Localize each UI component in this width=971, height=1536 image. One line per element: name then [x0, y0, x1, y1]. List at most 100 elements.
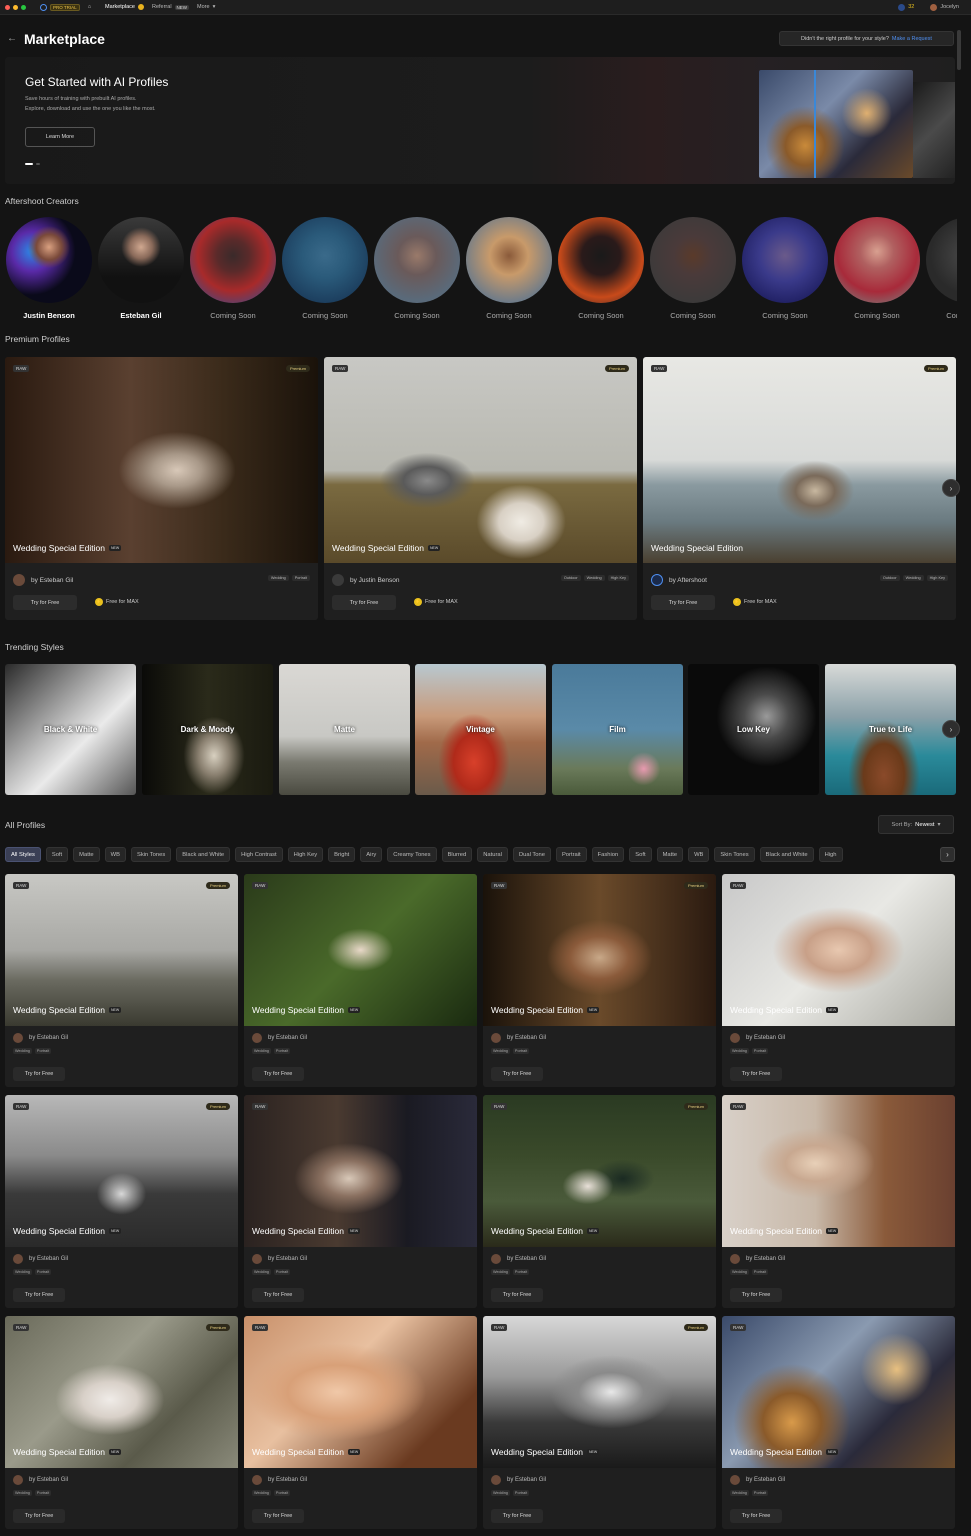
profile-card[interactable]: RAW Premium Wedding Special Edition NEW b… [5, 1095, 238, 1308]
try-for-free-button[interactable]: Try for Free [730, 1509, 782, 1523]
filter-chip[interactable]: High [818, 847, 843, 862]
try-for-free-button[interactable]: Try for Free [252, 1288, 304, 1302]
profile-title-text: Wedding Special Edition [730, 1226, 822, 1236]
raw-badge: RAW [13, 1324, 30, 1331]
creator-item[interactable]: Coming Soon [465, 217, 553, 320]
try-for-free-button[interactable]: Try for Free [252, 1067, 304, 1081]
creator-item[interactable]: Coming Soon [741, 217, 829, 320]
author-name: by Esteban Gil [507, 1256, 547, 1262]
chevron-right-icon[interactable]: › [942, 479, 960, 497]
trending-style-card[interactable]: Vintage [415, 664, 546, 795]
filter-chip[interactable]: Natural [477, 847, 508, 862]
filter-chip[interactable]: Soft [45, 847, 69, 862]
learn-more-button[interactable]: Learn More [25, 127, 95, 147]
profile-card[interactable]: RAW Premium Wedding Special Edition NEW b… [5, 874, 238, 1087]
home-icon[interactable]: ⌂ [88, 4, 91, 10]
chevron-right-icon[interactable]: › [942, 720, 960, 738]
filter-chip[interactable]: Skin Tones [714, 847, 755, 862]
premium-profile-card[interactable]: RAW Premium Wedding Special Edition by A… [643, 357, 956, 620]
filter-chip[interactable]: WB [688, 847, 710, 862]
filter-chip[interactable]: Airy [360, 847, 383, 862]
filter-chip[interactable]: Portrait [555, 847, 587, 862]
try-for-free-button[interactable]: Try for Free [13, 595, 77, 610]
filter-chip[interactable]: Soft [629, 847, 652, 862]
close-window-icon[interactable] [5, 4, 10, 10]
filter-chip[interactable]: High Contrast [235, 847, 283, 862]
trending-style-card[interactable]: Black & White [5, 664, 136, 795]
pro-trial-badge[interactable]: PRO TRIAL [50, 3, 80, 11]
filter-chip[interactable]: Skin Tones [131, 847, 172, 862]
filter-chip[interactable]: Matte [73, 847, 100, 862]
try-for-free-button[interactable]: Try for Free [13, 1288, 65, 1302]
filter-chip[interactable]: Black and White [759, 847, 814, 862]
make-request-link[interactable]: Make a Request [892, 36, 932, 42]
try-for-free-button[interactable]: Try for Free [730, 1288, 782, 1302]
maximize-window-icon[interactable] [21, 4, 26, 10]
premium-profile-card[interactable]: RAW Premium Wedding Special Edition NEW b… [324, 357, 637, 620]
creator-item[interactable]: Justin Benson [5, 217, 93, 320]
try-for-free-button[interactable]: Try for Free [332, 595, 396, 610]
profile-card[interactable]: RAW Wedding Special Edition NEW by Esteba… [722, 1095, 955, 1308]
user-menu[interactable]: Jocelyn [930, 3, 959, 11]
trending-style-card[interactable]: Film [552, 664, 683, 795]
creator-item[interactable]: Coming Soon [649, 217, 737, 320]
chevron-right-icon[interactable]: › [940, 847, 955, 862]
sort-dropdown[interactable]: Sort By: Newest ▾ [878, 815, 954, 834]
nav-referral[interactable]: Referral NEW [152, 4, 190, 10]
premium-profile-card[interactable]: RAW Premium Wedding Special Edition NEW b… [5, 357, 318, 620]
profile-title: Wedding Special Edition NEW [491, 1226, 600, 1236]
creator-item[interactable]: Coming Soon [925, 217, 957, 320]
profile-card[interactable]: RAW Wedding Special Edition NEW by Esteba… [722, 874, 955, 1087]
filter-chip[interactable]: Matte [656, 847, 684, 862]
arrow-left-icon[interactable]: ← [7, 33, 17, 44]
filter-chip[interactable]: Dual Tone [512, 847, 551, 862]
profile-title-text: Wedding Special Edition [332, 543, 424, 553]
filter-chip[interactable]: Bright [328, 847, 356, 862]
try-for-free-button[interactable]: Try for Free [651, 595, 715, 610]
profile-card[interactable]: RAW Premium Wedding Special Edition NEW b… [483, 874, 716, 1087]
carousel-dots[interactable] [25, 163, 40, 165]
profile-card[interactable]: RAW Premium Wedding Special Edition NEW b… [5, 1316, 238, 1529]
filter-chip[interactable]: All Styles [5, 847, 41, 862]
creators-carousel: Justin Benson Esteban Gil Coming Soon Co… [5, 217, 957, 327]
nav-more[interactable]: More ▾ [197, 4, 215, 10]
avatar [558, 217, 644, 303]
creator-item[interactable]: Coming Soon [281, 217, 369, 320]
profile-card[interactable]: RAW Wedding Special Edition NEW by Esteba… [244, 1316, 477, 1529]
trending-style-card[interactable]: Matte [279, 664, 410, 795]
filter-chip[interactable]: High Key [287, 847, 324, 862]
creator-item[interactable]: Coming Soon [373, 217, 461, 320]
minimize-window-icon[interactable] [13, 4, 18, 10]
creator-item[interactable]: Coming Soon [189, 217, 277, 320]
filter-chip[interactable]: Black and White [176, 847, 231, 862]
scrollbar[interactable] [957, 30, 961, 70]
try-for-free-button[interactable]: Try for Free [730, 1067, 782, 1081]
filter-chip[interactable]: WB [104, 847, 126, 862]
try-for-free-button[interactable]: Try for Free [491, 1509, 543, 1523]
author-name: by Esteban Gil [29, 1477, 69, 1483]
profile-title-text: Wedding Special Edition [13, 1226, 105, 1236]
filter-chip[interactable]: Fashion [591, 847, 625, 862]
new-badge: NEW [109, 1449, 122, 1455]
filter-chip[interactable]: Blurred [441, 847, 473, 862]
trending-style-card[interactable]: True to Life [825, 664, 956, 795]
filter-chip[interactable]: Creamy Tones [387, 847, 437, 862]
profile-card[interactable]: RAW Wedding Special Edition NEW by Esteba… [244, 874, 477, 1087]
profile-card[interactable]: RAW Wedding Special Edition NEW by Esteba… [244, 1095, 477, 1308]
try-for-free-button[interactable]: Try for Free [252, 1509, 304, 1523]
credits-counter[interactable]: 32 [898, 3, 914, 11]
creator-item[interactable]: Coming Soon [557, 217, 645, 320]
nav-marketplace[interactable]: Marketplace [105, 4, 144, 10]
trending-style-card[interactable]: Dark & Moody [142, 664, 273, 795]
try-for-free-button[interactable]: Try for Free [13, 1067, 65, 1081]
try-for-free-button[interactable]: Try for Free [13, 1509, 65, 1523]
trending-style-label: True to Life [868, 725, 913, 734]
profile-card[interactable]: RAW Premium Wedding Special Edition NEW b… [483, 1316, 716, 1529]
try-for-free-button[interactable]: Try for Free [491, 1067, 543, 1081]
creator-item[interactable]: Coming Soon [833, 217, 921, 320]
profile-card[interactable]: RAW Wedding Special Edition NEW by Esteba… [722, 1316, 955, 1529]
profile-card[interactable]: RAW Premium Wedding Special Edition NEW b… [483, 1095, 716, 1308]
try-for-free-button[interactable]: Try for Free [491, 1288, 543, 1302]
trending-style-card[interactable]: Low Key [688, 664, 819, 795]
creator-item[interactable]: Esteban Gil [97, 217, 185, 320]
